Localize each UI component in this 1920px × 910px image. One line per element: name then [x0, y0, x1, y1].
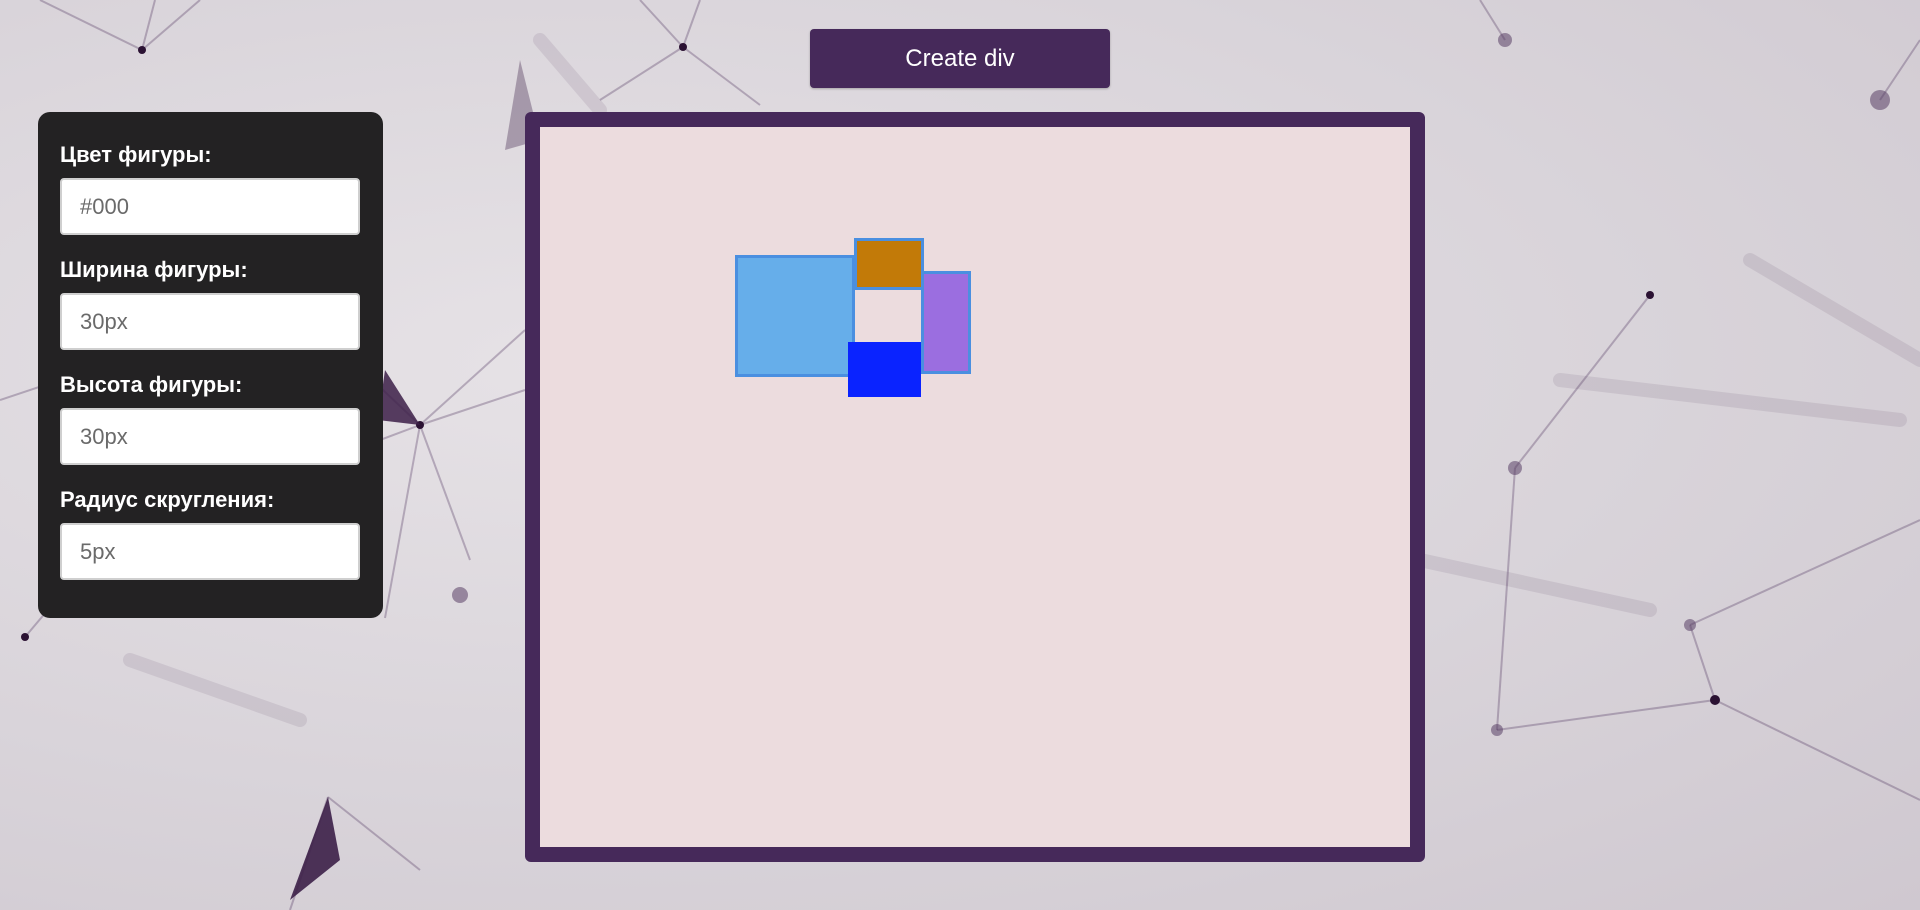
shape-canvas[interactable] — [540, 127, 1410, 847]
create-div-button[interactable]: Create div — [810, 29, 1110, 88]
shape-light-blue[interactable] — [735, 255, 855, 377]
shape-settings-panel: Цвет фигуры: Ширина фигуры: Высота фигур… — [38, 112, 383, 618]
color-input[interactable] — [60, 178, 360, 235]
width-label: Ширина фигуры: — [60, 257, 248, 282]
radius-input[interactable] — [60, 523, 360, 580]
shape-blue[interactable] — [848, 342, 921, 397]
shape-violet[interactable] — [921, 271, 971, 374]
shape-orange[interactable] — [854, 238, 924, 290]
radius-label: Радиус скругления: — [60, 487, 275, 512]
color-label: Цвет фигуры: — [60, 142, 212, 167]
height-input[interactable] — [60, 408, 360, 465]
width-input[interactable] — [60, 293, 360, 350]
height-label: Высота фигуры: — [60, 372, 243, 397]
canvas-frame — [525, 112, 1425, 862]
